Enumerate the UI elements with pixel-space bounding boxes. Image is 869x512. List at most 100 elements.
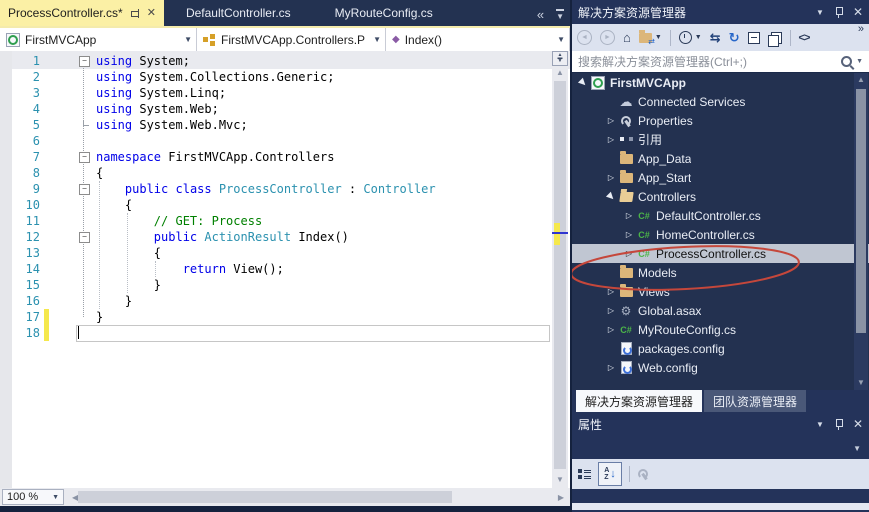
project-dropdown[interactable]: FirstMVCApp ▼ — [0, 28, 197, 51]
zoom-level-dropdown[interactable]: 100 % ▼ — [2, 489, 64, 505]
solution-explorer-titlebar[interactable]: 解决方案资源管理器 ▼ ✕ — [572, 0, 869, 24]
tree-item-homecontroller-cs[interactable]: ▷C#HomeController.cs — [572, 225, 869, 244]
tree-item-label: Global.asax — [638, 304, 701, 318]
search-options-icon[interactable]: ▼ — [856, 58, 863, 65]
scroll-tabs-icon[interactable]: « — [537, 7, 544, 22]
chevron-collapsed-icon[interactable]: ▷ — [604, 287, 618, 296]
member-dropdown[interactable]: ◆ Index() ▼ — [386, 28, 570, 51]
tree-item-item[interactable]: ▷引用 — [572, 130, 869, 149]
scroll-down-icon[interactable]: ▼ — [552, 473, 568, 487]
chevron-collapsed-icon[interactable]: ▷ — [622, 211, 636, 220]
property-pages-icon[interactable] — [637, 468, 650, 481]
close-icon[interactable]: ✕ — [853, 5, 863, 19]
tree-item-defaultcontroller-cs[interactable]: ▷C#DefaultController.cs — [572, 206, 869, 225]
tree-item-properties[interactable]: ▷ Properties — [572, 111, 869, 130]
chevron-collapsed-icon[interactable]: ▷ — [622, 249, 636, 258]
tree-item-label: Models — [638, 266, 677, 280]
code-line: namespace FirstMVCApp.Controllers — [96, 149, 436, 165]
tree-item-views[interactable]: ▷Views — [572, 282, 869, 301]
vertical-scroll-thumb[interactable] — [554, 81, 566, 469]
chevron-collapsed-icon[interactable]: ▷ — [604, 325, 618, 334]
editor-vertical-scrollbar[interactable]: ▲▬▼ ▲ ▼ — [552, 51, 568, 488]
tree-item-app-data[interactable]: App_Data — [572, 149, 869, 168]
scroll-up-icon[interactable]: ▲ — [552, 66, 568, 80]
tree-item-processcontroller-cs[interactable]: ▷C#ProcessController.cs — [572, 244, 869, 263]
file-list-dropdown-icon[interactable]: ▼ — [556, 9, 564, 21]
code-text: using System;using System.Collections.Ge… — [96, 53, 436, 341]
close-icon[interactable]: ✕ — [147, 8, 156, 19]
editor-split-handle[interactable]: ▲▬▼ — [552, 51, 568, 66]
tree-item-models[interactable]: Models — [572, 263, 869, 282]
alphabetical-sort-button[interactable]: AZ ↓ — [598, 462, 622, 486]
horizontal-scroll-thumb[interactable] — [78, 491, 452, 503]
solution-explorer-title: 解决方案资源管理器 — [578, 4, 686, 21]
chevron-expanded-icon[interactable]: ▶ — [602, 188, 620, 206]
scroll-up-icon[interactable]: ▲ — [854, 73, 868, 87]
tree-vertical-scrollbar[interactable]: ▲ ▼ — [854, 73, 868, 390]
window-position-icon[interactable]: ▼ — [816, 420, 824, 429]
code-line: } — [96, 293, 436, 309]
type-dropdown[interactable]: FirstMVCApp.Controllers.P ▼ — [197, 28, 386, 51]
show-all-files-icon[interactable] — [771, 32, 782, 44]
categorized-view-icon[interactable] — [578, 468, 591, 480]
tree-item-global-asax[interactable]: ▷⚙Global.asax — [572, 301, 869, 320]
view-code-icon[interactable]: <> — [799, 32, 810, 44]
tab-defaultcontroller-cs[interactable]: DefaultController.cs — [164, 0, 313, 26]
chevron-collapsed-icon[interactable]: ▷ — [604, 363, 618, 372]
tree-item-label: DefaultController.cs — [656, 209, 761, 223]
type-dropdown-label: FirstMVCApp.Controllers.P — [221, 33, 365, 47]
tree-item-controllers[interactable]: ▶Controllers — [572, 187, 869, 206]
tab-processcontroller-cs[interactable]: ProcessController.cs*✕ — [0, 0, 164, 26]
tool-window-tab-group: 解决方案资源管理器团队资源管理器 — [572, 390, 869, 412]
csharp-icon: C# — [636, 249, 652, 259]
pin-icon[interactable] — [130, 8, 140, 19]
toolbar-overflow-icon[interactable]: » — [858, 24, 864, 34]
sync-with-active-document-icon[interactable]: ⇆ — [710, 30, 721, 46]
home-icon[interactable]: ⌂ — [623, 30, 631, 45]
pending-changes-filter-button[interactable]: ▼ — [679, 31, 702, 44]
tree-item-packages-config[interactable]: packages.config — [572, 339, 869, 358]
tool-tab-item[interactable]: 团队资源管理器 — [704, 390, 806, 412]
chevron-collapsed-icon[interactable]: ▷ — [604, 173, 618, 182]
member-dropdown-label: Index() — [405, 33, 442, 47]
tree-item-web-config[interactable]: ▷Web.config — [572, 358, 869, 377]
code-line: return View(); — [96, 261, 436, 277]
code-editor[interactable]: 123456789101112131415161718 −−−− using S… — [0, 51, 570, 488]
back-icon[interactable]: ◄ — [577, 30, 592, 45]
collapse-region-icon[interactable]: − — [79, 232, 90, 243]
properties-object-dropdown[interactable]: ▼ — [572, 438, 869, 460]
close-icon[interactable]: ✕ — [853, 417, 863, 431]
collapse-region-icon[interactable]: − — [79, 184, 90, 195]
window-position-icon[interactable]: ▼ — [816, 8, 824, 17]
window-border — [0, 506, 570, 512]
tree-item-firstmvcapp[interactable]: ▶FirstMVCApp — [572, 73, 869, 92]
refresh-icon[interactable]: ↻ — [729, 30, 740, 46]
forward-icon[interactable]: ► — [600, 30, 615, 45]
code-line: using System.Web.Mvc; — [96, 117, 436, 133]
tree-item-connected-services[interactable]: ☁Connected Services — [572, 92, 869, 111]
solution-explorer-search[interactable]: 搜索解决方案资源管理器(Ctrl+;) ▼ — [572, 51, 869, 73]
tree-item-myrouteconfig-cs[interactable]: ▷C#MyRouteConfig.cs — [572, 320, 869, 339]
chevron-collapsed-icon[interactable]: ▷ — [604, 135, 618, 144]
scroll-right-icon[interactable]: ▶ — [558, 493, 564, 502]
tab-myrouteconfig-cs[interactable]: MyRouteConfig.cs — [313, 0, 455, 26]
chevron-collapsed-icon[interactable]: ▷ — [622, 230, 636, 239]
pin-icon[interactable] — [834, 418, 843, 430]
chevron-collapsed-icon[interactable]: ▷ — [604, 116, 618, 125]
tree-item-label: App_Start — [638, 171, 691, 185]
chevron-collapsed-icon[interactable]: ▷ — [604, 306, 618, 315]
code-line: { — [96, 245, 436, 261]
collapse-region-icon[interactable]: − — [79, 152, 90, 163]
switch-views-button[interactable]: ▼ — [639, 33, 662, 43]
tree-item-label: Properties — [638, 114, 693, 128]
properties-titlebar[interactable]: 属性 ▼ ✕ — [572, 412, 869, 436]
tree-item-app-start[interactable]: ▷ App_Start — [572, 168, 869, 187]
scroll-down-icon[interactable]: ▼ — [854, 376, 868, 390]
tool-tab-item[interactable]: 解决方案资源管理器 — [576, 390, 702, 412]
collapse-all-icon[interactable] — [748, 32, 760, 44]
chevron-down-icon: ▼ — [52, 494, 59, 501]
collapse-region-icon[interactable]: − — [79, 56, 90, 67]
scrollbar-change-mark — [554, 223, 560, 245]
pin-icon[interactable] — [834, 6, 843, 18]
tree-scroll-thumb[interactable] — [856, 89, 866, 333]
